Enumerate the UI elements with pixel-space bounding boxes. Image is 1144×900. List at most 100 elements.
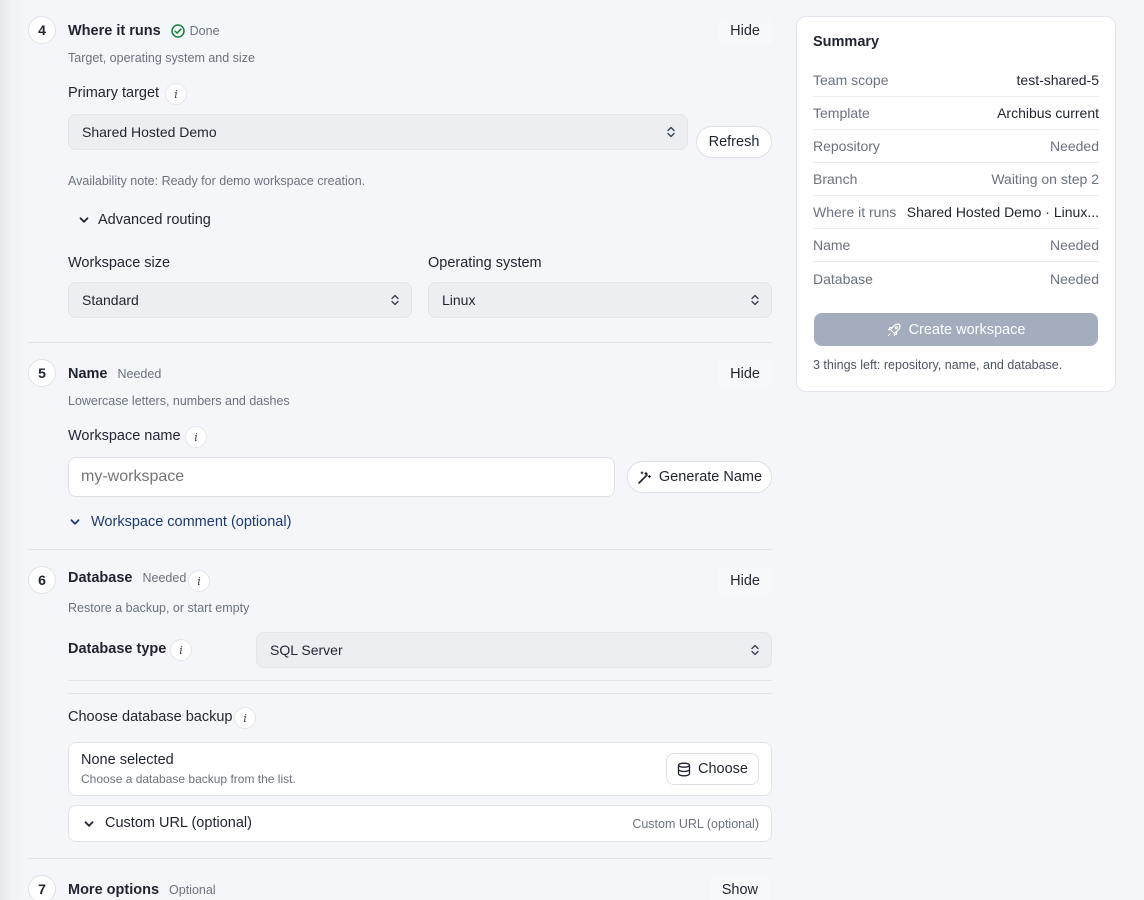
summary-row-branch: Branch Waiting on step 2 — [813, 163, 1099, 196]
custom-url-toggle[interactable]: Custom URL (optional) Custom URL (option… — [68, 805, 772, 842]
summary-row-database: Database Needed — [813, 262, 1099, 295]
status-text: Optional — [169, 883, 216, 897]
summary-value: Needed — [1049, 138, 1099, 154]
summary-value: Waiting on step 2 — [991, 171, 1099, 187]
chevron-down-icon — [70, 519, 80, 525]
backup-label: Choose database backup — [68, 709, 233, 725]
step-title: Database — [68, 570, 133, 586]
step-header: Database Needed — [68, 570, 186, 586]
divider — [68, 693, 772, 694]
summary-key: Template — [813, 105, 870, 121]
workspace-comment-label: Workspace comment (optional) — [91, 514, 292, 530]
step-where-it-runs: 4 Where it runs Done Hide Target, operat… — [28, 0, 772, 343]
wand-icon — [638, 470, 652, 484]
database-type-select[interactable]: SQL Server — [256, 632, 772, 668]
summary-value: test-shared-5 — [1016, 72, 1099, 88]
check-circle-icon — [170, 24, 185, 38]
step-header: More options Optional — [68, 882, 216, 898]
hide-step-button[interactable]: Hide — [718, 17, 772, 45]
workspace-comment-toggle[interactable]: Workspace comment (optional) — [69, 514, 291, 530]
summary-value: Needed — [1049, 270, 1099, 287]
advanced-routing-toggle[interactable]: Advanced routing — [78, 212, 211, 228]
step-database: 6 Database Needed i Hide Restore a backu… — [28, 550, 772, 859]
primary-target-label: Primary target — [68, 85, 160, 101]
refresh-label: Refresh — [708, 134, 760, 150]
workspace-size-select[interactable]: Standard — [68, 282, 412, 318]
workspace-name-label: Workspace name — [68, 428, 181, 444]
summary-row-team-scope: Team scope test-shared-5 — [813, 64, 1099, 97]
chevron-updown-icon — [751, 294, 759, 306]
choose-backup-button[interactable]: Choose — [666, 753, 759, 785]
backup-selected: None selected — [81, 752, 174, 768]
summary-row-name: Name Needed — [813, 229, 1099, 262]
hide-step-button[interactable]: Hide — [718, 567, 772, 595]
choose-label: Choose — [698, 761, 748, 777]
summary-panel: Summary Team scope test-shared-5 Templat… — [796, 16, 1116, 392]
step-title: Name — [68, 366, 108, 382]
summary-key: Repository — [813, 138, 880, 154]
step-subtitle: Target, operating system and size — [68, 51, 255, 65]
status-text: Done — [189, 24, 220, 38]
generate-name-label: Generate Name — [658, 469, 763, 485]
selected-value: SQL Server — [270, 642, 343, 658]
selected-value: Linux — [442, 292, 476, 308]
info-icon[interactable]: i — [165, 83, 187, 105]
database-type-label: Database type — [68, 641, 167, 657]
availability-note: Availability note: Ready for demo worksp… — [68, 174, 366, 188]
chevron-down-icon — [84, 821, 94, 827]
wizard-main: 4 Where it runs Done Hide Target, operat… — [28, 0, 772, 900]
create-workspace-button[interactable]: Create workspace — [814, 313, 1098, 346]
step-header: Where it runs Done — [68, 23, 220, 39]
step-more-options: 7 More options Optional Show — [28, 859, 772, 900]
info-icon[interactable]: i — [234, 707, 256, 729]
summary-key: Branch — [813, 171, 858, 187]
selected-value: Shared Hosted Demo — [82, 124, 217, 140]
summary-key: Where it runs — [813, 204, 897, 220]
generate-name-button[interactable]: Generate Name — [627, 461, 772, 493]
step-number: 7 — [28, 875, 56, 900]
step-name: 5 Name Needed Hide Lowercase letters, nu… — [28, 343, 772, 550]
summary-value: Shared Hosted Demo · Linux... — [906, 204, 1099, 220]
step-header: Name Needed — [68, 366, 161, 382]
step-number: 5 — [28, 359, 56, 387]
info-icon[interactable]: i — [185, 426, 207, 448]
create-workspace-label: Create workspace — [908, 321, 1026, 338]
backup-hint: Choose a database backup from the list. — [81, 772, 296, 786]
chevron-down-icon — [79, 217, 89, 223]
custom-url-label: Custom URL (optional) — [105, 815, 252, 831]
step-title: More options — [68, 882, 160, 898]
summary-key: Name — [813, 237, 851, 253]
summary-row-template: Template Archibus current — [813, 97, 1099, 130]
show-step-button[interactable]: Show — [709, 876, 770, 900]
summary-row-repository: Repository Needed — [813, 130, 1099, 163]
step-number: 4 — [28, 16, 56, 44]
step-number: 6 — [28, 566, 56, 594]
info-icon[interactable]: i — [170, 639, 192, 661]
status-badge: Done — [170, 24, 220, 38]
database-icon — [677, 762, 691, 776]
divider — [68, 680, 772, 681]
rocket-icon — [887, 323, 900, 336]
summary-value: Archibus current — [997, 105, 1099, 121]
os-select[interactable]: Linux — [428, 282, 772, 318]
advanced-routing-label: Advanced routing — [98, 212, 211, 228]
step-title: Where it runs — [68, 23, 161, 39]
primary-target-select[interactable]: Shared Hosted Demo — [68, 114, 688, 150]
status-text: Needed — [142, 571, 187, 585]
workspace-name-input[interactable] — [68, 457, 615, 497]
refresh-button[interactable]: Refresh — [696, 126, 772, 158]
step-subtitle: Lowercase letters, numbers and dashes — [68, 394, 290, 408]
step-subtitle: Restore a backup, or start empty — [68, 601, 250, 615]
summary-key: Team scope — [813, 72, 889, 88]
workspace-size-label: Workspace size — [68, 255, 171, 271]
summary-key: Database — [813, 270, 873, 287]
chevron-updown-icon — [391, 294, 399, 306]
chevron-updown-icon — [751, 644, 759, 656]
chevron-updown-icon — [667, 126, 675, 138]
info-icon[interactable]: i — [188, 570, 210, 592]
backup-card: None selected Choose a database backup f… — [68, 742, 772, 796]
selected-value: Standard — [82, 292, 139, 308]
status-text: Needed — [117, 367, 162, 381]
os-label: Operating system — [428, 255, 542, 271]
hide-step-button[interactable]: Hide — [718, 360, 772, 388]
